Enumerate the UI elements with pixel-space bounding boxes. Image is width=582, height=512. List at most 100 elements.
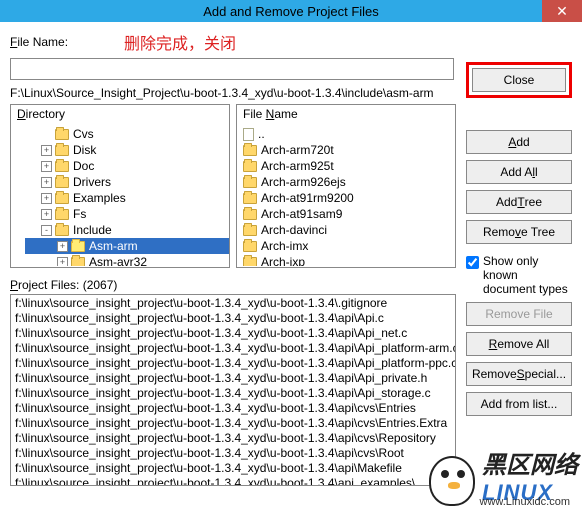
- filename-header: File Name: [237, 105, 455, 124]
- folder-icon: [243, 209, 257, 220]
- file-label: Arch-davinci: [261, 223, 327, 237]
- project-file-row[interactable]: f:\linux\source_insight_project\u-boot-1…: [15, 401, 451, 416]
- watermark-url: www.Linuxidc.com: [480, 496, 570, 508]
- file-item[interactable]: Arch-arm926ejs: [241, 174, 451, 190]
- file-label: ..: [258, 127, 265, 141]
- file-label: Arch-arm926ejs: [261, 175, 346, 189]
- show-only-known-row[interactable]: Show only known document types: [466, 254, 572, 296]
- file-label: Arch-arm720t: [261, 143, 334, 157]
- file-label: Arch-at91rm9200: [261, 191, 354, 205]
- project-files-list[interactable]: f:\linux\source_insight_project\u-boot-1…: [10, 294, 456, 486]
- tree-item-disk[interactable]: + Disk: [25, 142, 229, 158]
- file-label: Arch-imx: [261, 239, 308, 253]
- folder-icon: [55, 225, 69, 236]
- folder-icon: [243, 177, 257, 188]
- project-file-row[interactable]: f:\linux\source_insight_project\u-boot-1…: [15, 371, 451, 386]
- folder-icon: [55, 177, 69, 188]
- folder-icon: [55, 145, 69, 156]
- file-item[interactable]: Arch-arm925t: [241, 158, 451, 174]
- file-label: Arch-arm925t: [261, 159, 334, 173]
- tree-label: Asm-arm: [89, 239, 138, 253]
- remove-tree-button[interactable]: Remove Tree: [466, 220, 572, 244]
- project-file-row[interactable]: f:\linux\source_insight_project\u-boot-1…: [15, 356, 451, 371]
- window-title: Add and Remove Project Files: [203, 4, 379, 19]
- tree-label: Examples: [73, 191, 126, 205]
- show-only-known-checkbox[interactable]: [466, 256, 479, 269]
- tree-item-doc[interactable]: + Doc: [25, 158, 229, 174]
- project-file-row[interactable]: f:\linux\source_insight_project\u-boot-1…: [15, 311, 451, 326]
- remove-all-button[interactable]: Remove All: [466, 332, 572, 356]
- tree-label: Include: [73, 223, 112, 237]
- folder-icon: [55, 209, 69, 220]
- folder-icon: [243, 193, 257, 204]
- file-item[interactable]: Arch-ixp: [241, 254, 451, 266]
- project-file-row[interactable]: f:\linux\source_insight_project\u-boot-1…: [15, 461, 451, 476]
- remove-file-button[interactable]: Remove File: [466, 302, 572, 326]
- expander-icon[interactable]: +: [41, 145, 52, 156]
- project-file-row[interactable]: f:\linux\source_insight_project\u-boot-1…: [15, 476, 451, 486]
- file-item[interactable]: ..: [241, 126, 451, 142]
- project-file-row[interactable]: f:\linux\source_insight_project\u-boot-1…: [15, 386, 451, 401]
- folder-icon: [243, 145, 257, 156]
- expander-icon[interactable]: -: [41, 225, 52, 236]
- folder-icon: [71, 257, 85, 267]
- expander-icon[interactable]: [41, 129, 52, 140]
- directory-tree[interactable]: Cvs + Disk + Doc + Drivers + Examples + Fs - Include…: [11, 124, 229, 266]
- tree-item-asm-arm[interactable]: + Asm-arm: [25, 238, 229, 254]
- tree-item-asm-avr32[interactable]: + Asm-avr32: [25, 254, 229, 266]
- project-file-row[interactable]: f:\linux\source_insight_project\u-boot-1…: [15, 341, 451, 356]
- file-name-input[interactable]: [10, 58, 454, 80]
- close-button[interactable]: Close: [472, 68, 566, 92]
- show-only-known-label: Show only known document types: [483, 254, 572, 296]
- tree-item-include[interactable]: - Include: [25, 222, 229, 238]
- filename-panel: File Name .. Arch-arm720t Arch-arm925t Arch…: [236, 104, 456, 268]
- expander-icon[interactable]: +: [41, 177, 52, 188]
- tree-label: Asm-avr32: [89, 255, 147, 266]
- file-item[interactable]: Arch-imx: [241, 238, 451, 254]
- close-highlight-box: Close: [466, 62, 572, 98]
- file-item[interactable]: Arch-at91rm9200: [241, 190, 451, 206]
- file-item[interactable]: Arch-at91sam9: [241, 206, 451, 222]
- file-label: Arch-ixp: [261, 255, 305, 266]
- folder-icon: [71, 241, 85, 252]
- expander-icon[interactable]: +: [41, 209, 52, 220]
- folder-icon: [243, 161, 257, 172]
- expander-icon[interactable]: +: [41, 193, 52, 204]
- file-name-label: File File Name:Name:: [10, 35, 68, 49]
- project-file-row[interactable]: f:\linux\source_insight_project\u-boot-1…: [15, 296, 451, 311]
- project-file-row[interactable]: f:\linux\source_insight_project\u-boot-1…: [15, 446, 451, 461]
- expander-icon[interactable]: +: [41, 161, 52, 172]
- up-icon: [243, 128, 254, 141]
- window-close-button[interactable]: ✕: [542, 0, 582, 22]
- folder-icon: [243, 225, 257, 236]
- expander-icon[interactable]: +: [57, 257, 68, 267]
- annotation-text: 删除完成，关闭: [124, 30, 236, 54]
- project-file-row[interactable]: f:\linux\source_insight_project\u-boot-1…: [15, 416, 451, 431]
- file-item[interactable]: Arch-arm720t: [241, 142, 451, 158]
- add-button[interactable]: Add: [466, 130, 572, 154]
- tree-label: Fs: [73, 207, 86, 221]
- directory-header: Directory: [11, 105, 229, 124]
- tree-item-cvs[interactable]: Cvs: [25, 126, 229, 142]
- folder-icon: [55, 193, 69, 204]
- file-item[interactable]: Arch-davinci: [241, 222, 451, 238]
- tree-label: Disk: [73, 143, 96, 157]
- tree-item-fs[interactable]: + Fs: [25, 206, 229, 222]
- add-all-button[interactable]: Add All: [466, 160, 572, 184]
- folder-icon: [55, 129, 69, 140]
- tree-label: Doc: [73, 159, 94, 173]
- tree-item-drivers[interactable]: + Drivers: [25, 174, 229, 190]
- project-file-row[interactable]: f:\linux\source_insight_project\u-boot-1…: [15, 326, 451, 341]
- file-list[interactable]: .. Arch-arm720t Arch-arm925t Arch-arm926ejs…: [237, 124, 455, 266]
- tree-label: Cvs: [73, 127, 94, 141]
- tree-label: Drivers: [73, 175, 111, 189]
- directory-panel: Directory Cvs+Disk+Doc+Drivers+Examples+…: [10, 104, 230, 268]
- project-file-row[interactable]: f:\linux\source_insight_project\u-boot-1…: [15, 431, 451, 446]
- add-tree-button[interactable]: Add Tree: [466, 190, 572, 214]
- add-from-list-button[interactable]: Add from list...: [466, 392, 572, 416]
- file-label: Arch-at91sam9: [261, 207, 342, 221]
- expander-icon[interactable]: +: [57, 241, 68, 252]
- folder-icon: [243, 257, 257, 267]
- remove-special-button[interactable]: Remove Special...: [466, 362, 572, 386]
- tree-item-examples[interactable]: + Examples: [25, 190, 229, 206]
